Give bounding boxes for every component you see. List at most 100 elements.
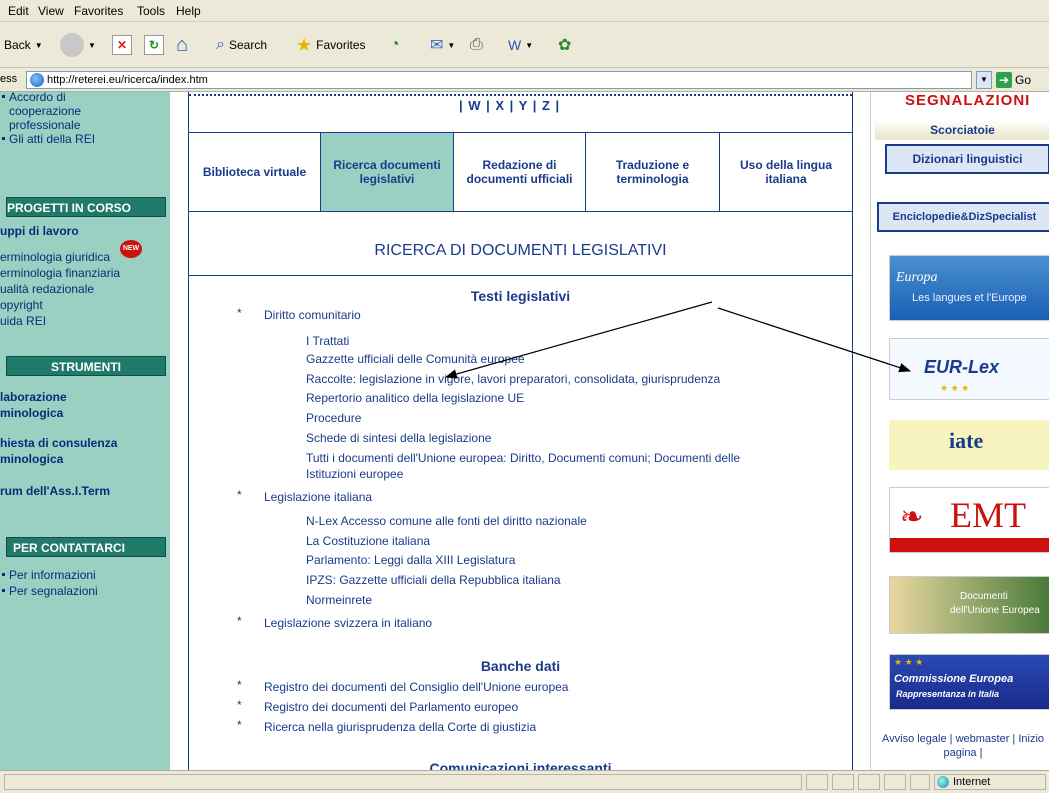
link-tutti-documenti-line2[interactable]: Istituzioni europee [306, 467, 403, 481]
documenti-ue-logo[interactable]: Documenti dell'Unione Europea [889, 576, 1049, 634]
banche-title: Banche dati [480, 658, 561, 674]
link-gazzette-ce[interactable]: Gazzette ufficiali delle Comunità europe… [306, 352, 525, 366]
link-normeinrete[interactable]: Normeinrete [306, 593, 372, 607]
status-cell [832, 774, 854, 790]
link-parlamento[interactable]: Parlamento: Leggi dalla XIII Legislatura [306, 553, 515, 567]
enciclopedie-button[interactable]: Enciclopedie&DizSpecialist [877, 202, 1049, 232]
sidebar-item-forum[interactable]: rum dell'Ass.I.Term [0, 484, 110, 498]
address-bar: ess http://reterei.eu/ricerca/index.htm … [0, 68, 1049, 92]
tab-traduzione[interactable]: Traduzione e terminologia [586, 133, 720, 211]
link-procedure[interactable]: Procedure [306, 411, 361, 425]
history-button[interactable]: ◔ [390, 30, 400, 60]
legislazione-svizzera-link[interactable]: Legislazione svizzera in italiano [264, 616, 432, 630]
section-progetti: PROGETTI IN CORSO [6, 197, 166, 217]
tab-ricerca[interactable]: Ricerca documenti legislativi [321, 133, 454, 211]
section-contatti: PER CONTATTARCI [6, 537, 166, 557]
link-nlex[interactable]: N-Lex Accesso comune alle fonti del diri… [306, 514, 587, 528]
favorites-button[interactable]: ★ Favorites [296, 30, 366, 60]
mail-button[interactable]: ✉ ▼ [430, 30, 455, 60]
dove-icon: ❧ [900, 501, 924, 532]
menu-edit[interactable]: Edit [8, 4, 29, 18]
history-icon: ◔ [390, 36, 400, 53]
bullet-star: * [237, 488, 242, 502]
link-raccolte[interactable]: Raccolte: legislazione in vigore, lavori… [306, 372, 720, 386]
chevron-down-icon: ▼ [525, 40, 534, 50]
section-strumenti: STRUMENTI [6, 356, 166, 376]
bullet-star: * [237, 614, 242, 628]
link-ipzs[interactable]: IPZS: Gazzette ufficiali della Repubblic… [306, 573, 561, 587]
print-button[interactable]: ⎙ [470, 30, 483, 60]
back-label: Back [4, 38, 31, 52]
menu-tools[interactable]: Tools [137, 4, 165, 18]
sidebar-item-atti[interactable]: Gli atti della REI [1, 132, 95, 146]
emt-logo[interactable]: ❧ EMT [889, 487, 1049, 553]
menu-favorites[interactable]: Favorites [74, 4, 123, 18]
link-repertorio[interactable]: Repertorio analitico della legislazione … [306, 391, 524, 405]
back-button[interactable]: Back ▼ [4, 30, 43, 60]
chevron-down-icon: ▼ [447, 40, 456, 50]
section-tabs: Biblioteca virtuale Ricerca documenti le… [189, 132, 852, 212]
link-trattati[interactable]: I Trattati [306, 334, 349, 348]
link-registro-parlamento[interactable]: Registro dei documenti del Parlamento eu… [264, 700, 518, 714]
comunicazioni-title-partial: Comunicazioni interessanti [429, 760, 612, 770]
go-arrow-icon: ➔ [996, 72, 1012, 88]
menu-help[interactable]: Help [176, 4, 201, 18]
sidebar-item-elaborazione-line2[interactable]: minologica [0, 406, 63, 420]
tab-uso-lingua[interactable]: Uso della lingua italiana [720, 133, 852, 211]
link-corte-giustizia[interactable]: Ricerca nella giurisprudenza della Corte… [264, 720, 536, 734]
sidebar-item-richiesta[interactable]: hiesta di consulenza [0, 436, 117, 450]
sidebar-item-informazioni[interactable]: Per informazioni [2, 568, 96, 582]
refresh-icon: ↻ [144, 35, 164, 55]
sidebar-item-gruppi[interactable]: uppi di lavoro [0, 224, 79, 238]
link-registro-consiglio[interactable]: Registro dei documenti del Consiglio del… [264, 680, 568, 694]
sidebar-item-copyright[interactable]: opyright [0, 298, 43, 312]
page-title: RICERCA DI DOCUMENTI LEGISLATIVI [374, 242, 667, 259]
tab-biblioteca[interactable]: Biblioteca virtuale [189, 133, 321, 211]
address-dropdown[interactable]: ▼ [976, 71, 992, 89]
sidebar-item-terminologia-finanziaria[interactable]: erminologia finanziaria [0, 266, 120, 280]
iate-logo[interactable]: iate [889, 420, 1049, 470]
star-icon: ★ [296, 34, 313, 55]
commissione-logo[interactable]: ★ ★ ★ Commissione Europea Rappresentanza… [889, 654, 1049, 710]
address-input[interactable]: http://reterei.eu/ricerca/index.htm [26, 71, 972, 89]
forward-button[interactable]: ▼ [60, 30, 96, 60]
stop-icon: ✕ [112, 35, 132, 55]
menu-view[interactable]: View [38, 4, 64, 18]
legislazione-italiana-link[interactable]: Legislazione italiana [264, 490, 372, 504]
address-url: http://reterei.eu/ricerca/index.htm [47, 74, 208, 86]
diritto-comunitario-link[interactable]: Diritto comunitario [264, 308, 361, 322]
segnalazioni-title: SEGNALAZIONI [905, 92, 1031, 109]
go-button[interactable]: ➔ Go [996, 71, 1046, 89]
link-costituzione[interactable]: La Costituzione italiana [306, 534, 430, 548]
sidebar-item-qualita[interactable]: ualità redazionale [0, 282, 94, 296]
europa-logo-subtitle: Les langues et l'Europe [912, 292, 1027, 304]
iate-logo-text: iate [949, 428, 984, 453]
title-divider [189, 275, 852, 276]
edit-button[interactable]: W ▼ [508, 30, 533, 60]
tab-redazione[interactable]: Redazione di documenti ufficiali [454, 133, 586, 211]
sidebar-item-guida[interactable]: uida REI [0, 314, 46, 328]
refresh-button[interactable]: ↻ [144, 30, 164, 60]
go-label: Go [1015, 73, 1032, 87]
link-schede[interactable]: Schede di sintesi della legislazione [306, 431, 491, 445]
dizionari-button[interactable]: Dizionari linguistici [885, 144, 1049, 174]
home-button[interactable]: ⌂ [176, 30, 188, 60]
link-tutti-documenti[interactable]: Tutti i documenti dell'Unione europea: D… [306, 451, 740, 465]
sidebar-item-richiesta-line2[interactable]: minologica [0, 452, 63, 466]
sidebar-item-elaborazione[interactable]: laborazione [0, 390, 67, 404]
footer-links[interactable]: Avviso legale | webmaster | Inizio pagin… [877, 732, 1049, 760]
sidebar-item-accordo-line3[interactable]: professionale [9, 118, 80, 132]
eurlex-logo[interactable]: EUR-Lex ★ ★ ★ [889, 338, 1049, 400]
commissione-logo-line1: Commissione Europea [894, 673, 1014, 685]
sidebar-item-accordo-line2[interactable]: cooperazione [9, 104, 81, 118]
messenger-button[interactable]: ✿ [558, 30, 571, 60]
alphabet-index[interactable]: | W | X | Y | Z | [459, 98, 560, 113]
bullet-star: * [237, 718, 242, 732]
sidebar-item-accordo[interactable]: Accordo di [2, 92, 66, 104]
search-button[interactable]: ⌕ Search [216, 30, 267, 60]
menu-bar: Edit View Favorites Tools Help [0, 0, 1049, 22]
sidebar-item-segnalazioni[interactable]: Per segnalazioni [2, 584, 98, 598]
stop-button[interactable]: ✕ [112, 30, 132, 60]
sidebar-item-terminologia-giuridica[interactable]: erminologia giuridica [0, 250, 110, 264]
europa-logo[interactable]: Europa Les langues et l'Europe [889, 255, 1049, 321]
